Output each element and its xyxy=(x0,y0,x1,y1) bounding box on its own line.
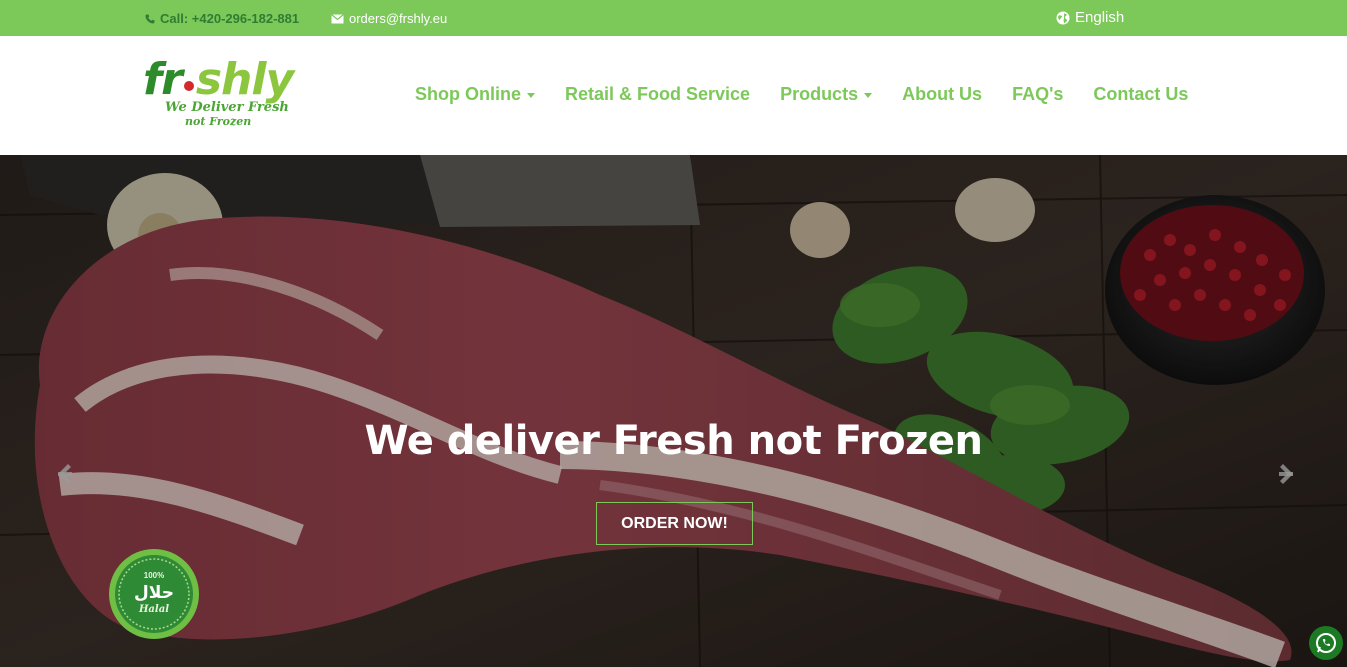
hero-title: We deliver Fresh not Frozen xyxy=(364,418,983,464)
logo-word-a: fr xyxy=(143,54,183,105)
hero-background-image xyxy=(0,155,1347,667)
phone-text: Call: +420-296-182-881 xyxy=(160,11,300,26)
logo-tagline-1: We Deliver Fresh xyxy=(165,100,289,115)
halal-badge-bottom: Halal xyxy=(138,604,169,615)
email-contact[interactable]: orders@frshly.eu xyxy=(331,11,447,26)
phone-contact[interactable]: Call: +420-296-182-881 xyxy=(145,11,299,26)
email-text: orders@frshly.eu xyxy=(349,11,448,26)
nav-label: Products xyxy=(780,84,859,104)
globe-icon xyxy=(1056,11,1070,24)
top-contact-bar: Call: +420-296-182-881 orders@frshly.eu … xyxy=(0,0,1347,36)
nav-label: FAQ's xyxy=(1012,84,1064,104)
nav-label: Retail & Food Service xyxy=(565,84,751,104)
language-label: English xyxy=(1075,9,1125,26)
nav-about-us[interactable]: About Us xyxy=(902,84,982,105)
nav-faqs[interactable]: FAQ's xyxy=(1012,84,1063,105)
nav-contact-us[interactable]: Contact Us xyxy=(1093,84,1188,105)
logo-dot xyxy=(183,81,194,91)
halal-badge-arabic: حلال xyxy=(134,583,174,603)
whatsapp-icon xyxy=(1316,633,1336,653)
logo-tagline-2: not Frozen xyxy=(185,115,252,128)
logo-wordmark: fr shly xyxy=(143,58,303,102)
main-navigation: Shop Online Retail & Food Service Produc… xyxy=(415,84,1218,105)
chevron-down-icon xyxy=(527,93,535,98)
nav-retail-food-service[interactable]: Retail & Food Service xyxy=(565,84,750,105)
nav-label: Shop Online xyxy=(415,84,521,104)
order-now-button[interactable]: ORDER NOW! xyxy=(596,502,753,545)
phone-icon xyxy=(145,14,155,23)
site-header: fr shly We Deliver Fresh not Frozen Shop … xyxy=(0,36,1347,155)
whatsapp-button[interactable] xyxy=(1309,626,1343,660)
frshly-logo[interactable]: fr shly We Deliver Fresh not Frozen xyxy=(143,58,303,138)
language-selector[interactable]: English xyxy=(1056,9,1124,26)
chevron-down-icon xyxy=(864,93,873,98)
nav-label: Contact Us xyxy=(1093,84,1189,104)
nav-shop-online[interactable]: Shop Online xyxy=(415,84,535,105)
hero-carousel: We deliver Fresh not Frozen ORDER NOW! 1… xyxy=(0,155,1347,667)
halal-badge-top: 100% xyxy=(144,571,164,580)
halal-badge: 100% حلال Halal xyxy=(109,549,199,639)
nav-products[interactable]: Products xyxy=(780,84,873,105)
envelope-icon xyxy=(331,13,344,23)
logo-word-b: shly xyxy=(195,54,294,105)
nav-label: About Us xyxy=(902,84,983,104)
